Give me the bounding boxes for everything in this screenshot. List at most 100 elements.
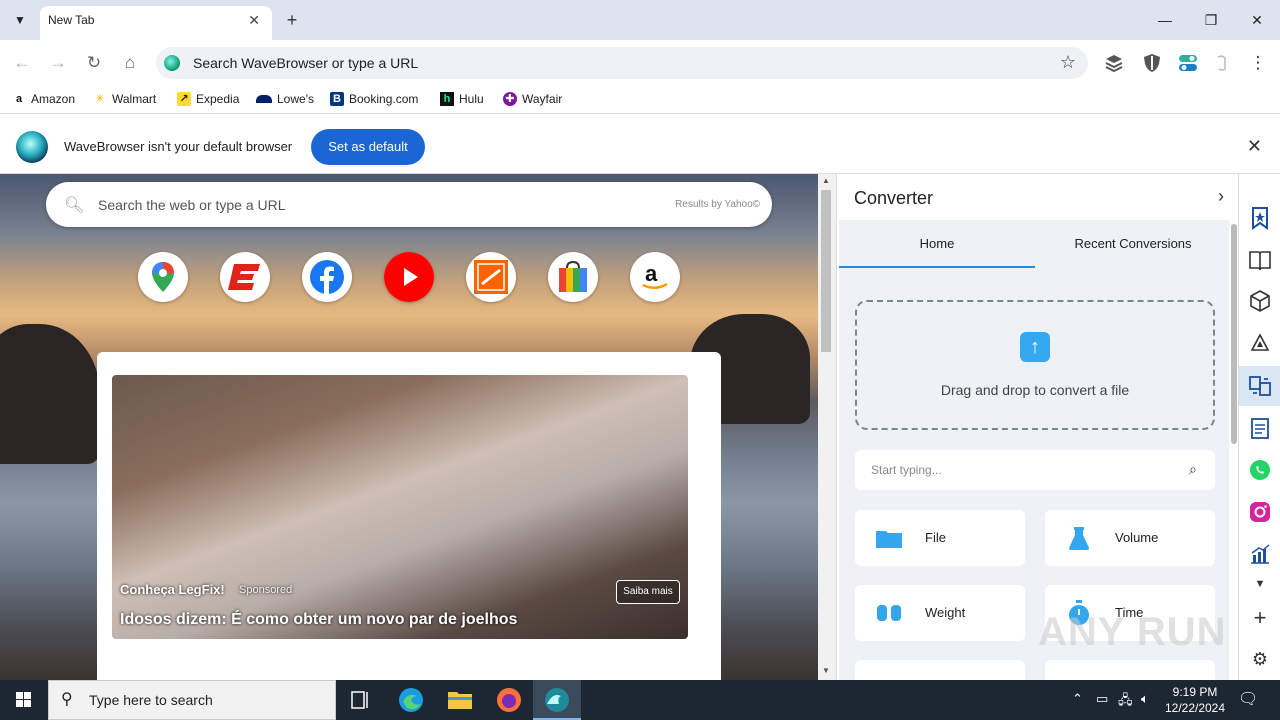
whatsapp-icon[interactable]	[1248, 458, 1272, 482]
chevron-down-icon[interactable]: ▼	[1248, 572, 1272, 596]
tab-new-tab[interactable]: New Tab ✕	[40, 6, 272, 40]
ad-image[interactable]: Conheça LegFix! Sponsored Saiba mais Ido…	[112, 375, 688, 639]
drop-zone-label: Drag and drop to convert a file	[940, 382, 1130, 398]
package-icon[interactable]	[1248, 289, 1272, 313]
toggle-extension-icon[interactable]	[1178, 53, 1198, 73]
amazon-icon: a	[15, 93, 23, 105]
sidebar-rail: ▼ + ⚙	[1238, 174, 1280, 680]
search-icon: 🔍︎	[64, 197, 85, 214]
home-button[interactable]: ⌂	[117, 50, 143, 76]
panel-scrollbar[interactable]	[1229, 220, 1238, 680]
set-as-default-button[interactable]: Set as default	[311, 129, 425, 165]
shield-extension-icon[interactable]	[1142, 53, 1162, 73]
amazon-icon[interactable]: a	[630, 252, 680, 302]
youtube-icon[interactable]	[384, 252, 434, 302]
instagram-icon[interactable]	[1248, 500, 1272, 524]
edge-icon[interactable]	[393, 684, 429, 716]
google-maps-icon[interactable]	[138, 252, 188, 302]
address-bar-placeholder: Search WaveBrowser or type a URL	[193, 55, 419, 71]
layers-extension-icon[interactable]	[1104, 53, 1124, 73]
chevron-right-icon[interactable]: ›	[1218, 186, 1224, 207]
home-depot-icon[interactable]	[466, 252, 516, 302]
system-clock[interactable]: 9:19 PM 12/22/2024	[1160, 684, 1230, 716]
scroll-up-icon[interactable]: ▲	[822, 176, 830, 185]
tray-app-icon[interactable]: ▭	[1096, 691, 1108, 707]
bookmark-star-icon[interactable]: ☆	[1060, 52, 1076, 73]
tab-search-dropdown-icon[interactable]: ▼	[6, 6, 34, 34]
close-window-button[interactable]: ✕	[1237, 8, 1277, 32]
add-icon[interactable]: +	[1248, 605, 1272, 630]
category-partial[interactable]	[855, 660, 1025, 680]
category-label: File	[925, 530, 946, 545]
tab-title: New Tab	[48, 13, 95, 27]
facebook-icon[interactable]	[302, 252, 352, 302]
windows-taskbar: ⚲ Type here to search ⌃ ▭ 🖧︎ 🔈︎ 9:19 PM …	[0, 680, 1280, 720]
notification-icon[interactable]: 🗨︎	[1238, 689, 1258, 709]
windows-start-icon[interactable]	[0, 680, 48, 720]
converter-search-input[interactable]: Start typing... ⌕	[855, 450, 1215, 490]
search-icon: ⌕	[1189, 461, 1197, 477]
menu-kebab-icon[interactable]: ⋮	[1245, 50, 1271, 76]
tab-home[interactable]: Home	[839, 220, 1035, 268]
gear-icon[interactable]: ⚙	[1248, 647, 1272, 671]
beaker-icon	[1069, 527, 1089, 550]
bookmark-hulu[interactable]: h Hulu	[440, 92, 484, 106]
reload-button[interactable]: ↻	[81, 50, 107, 76]
search-provider-label: Results by Yahoo©	[675, 199, 760, 210]
taskbar-search-placeholder: Type here to search	[89, 692, 213, 708]
web-search-box[interactable]: 🔍︎ Search the web or type a URL Results …	[46, 182, 772, 227]
category-partial[interactable]	[1045, 660, 1215, 680]
tab-recent-conversions[interactable]: Recent Conversions	[1035, 220, 1231, 268]
back-button[interactable]: ←	[9, 50, 35, 76]
scrollbar-thumb[interactable]	[821, 190, 831, 352]
bookmark-walmart[interactable]: ✳ Walmart	[93, 92, 156, 106]
espn-icon[interactable]	[220, 252, 270, 302]
ad-headline[interactable]: Idosos dizem: É como obter um novo par d…	[120, 611, 517, 629]
bookmark-lowes[interactable]: Lowe's	[256, 92, 314, 106]
bookmark-star-icon[interactable]	[1248, 206, 1272, 230]
puzzle-extension-icon[interactable]	[1212, 53, 1232, 73]
scroll-down-icon[interactable]: ▼	[822, 666, 830, 675]
forward-button[interactable]: →	[45, 50, 71, 76]
walmart-icon: ✳	[95, 93, 105, 105]
category-weight[interactable]: Weight	[855, 585, 1025, 641]
clock-time: 9:19 PM	[1172, 685, 1218, 699]
file-explorer-icon[interactable]	[442, 684, 478, 716]
book-icon[interactable]	[1248, 248, 1272, 272]
recycle-icon[interactable]	[1248, 332, 1272, 356]
default-browser-infobar: WaveBrowser isn't your default browser S…	[0, 120, 1280, 174]
page-scrollbar[interactable]: ▲ ▼	[818, 174, 836, 680]
category-file[interactable]: File	[855, 510, 1025, 566]
volume-icon[interactable]: 🔈︎	[1141, 691, 1149, 707]
sponsored-ad-card[interactable]: Conheça LegFix! Sponsored Saiba mais Ido…	[97, 352, 721, 680]
web-search-placeholder: Search the web or type a URL	[98, 197, 286, 213]
ad-cta-button[interactable]: Saiba mais	[616, 580, 680, 604]
taskbar-search-box[interactable]: ⚲ Type here to search	[48, 680, 336, 720]
folder-icon	[876, 531, 902, 548]
booking-icon: B	[330, 92, 344, 106]
dumbbell-icon	[877, 605, 901, 621]
bookmark-expedia[interactable]: ↗ Expedia	[177, 92, 239, 106]
file-drop-zone[interactable]: ↑ Drag and drop to convert a file	[855, 300, 1215, 430]
network-icon[interactable]: 🖧︎	[1118, 691, 1133, 713]
firefox-icon[interactable]	[491, 684, 527, 716]
wavebrowser-taskbar-icon[interactable]	[539, 684, 575, 716]
panel-scrollbar-thumb[interactable]	[1231, 224, 1237, 444]
shopping-icon[interactable]	[548, 252, 598, 302]
tray-chevron-up-icon[interactable]: ⌃	[1072, 691, 1083, 707]
tab-close-icon[interactable]: ✕	[248, 12, 260, 29]
category-volume[interactable]: Volume	[1045, 510, 1215, 566]
notes-icon[interactable]	[1248, 416, 1272, 440]
restore-button[interactable]: ❐	[1191, 8, 1231, 32]
minimize-button[interactable]: —	[1145, 8, 1185, 32]
bookmark-wayfair[interactable]: ✚ Wayfair	[503, 92, 562, 106]
address-bar[interactable]: Search WaveBrowser or type a URL ☆	[156, 47, 1088, 79]
chart-icon[interactable]	[1248, 542, 1272, 566]
bookmark-amazon[interactable]: a Amazon	[12, 92, 75, 106]
infobar-close-icon[interactable]: ✕	[1247, 136, 1262, 157]
tab-strip: ▼ New Tab ✕ + — ❐ ✕	[0, 0, 1280, 40]
converter-icon[interactable]	[1248, 374, 1272, 398]
new-tab-button[interactable]: +	[280, 8, 304, 32]
bookmark-booking[interactable]: B Booking.com	[330, 92, 418, 106]
task-view-icon[interactable]	[342, 684, 378, 716]
